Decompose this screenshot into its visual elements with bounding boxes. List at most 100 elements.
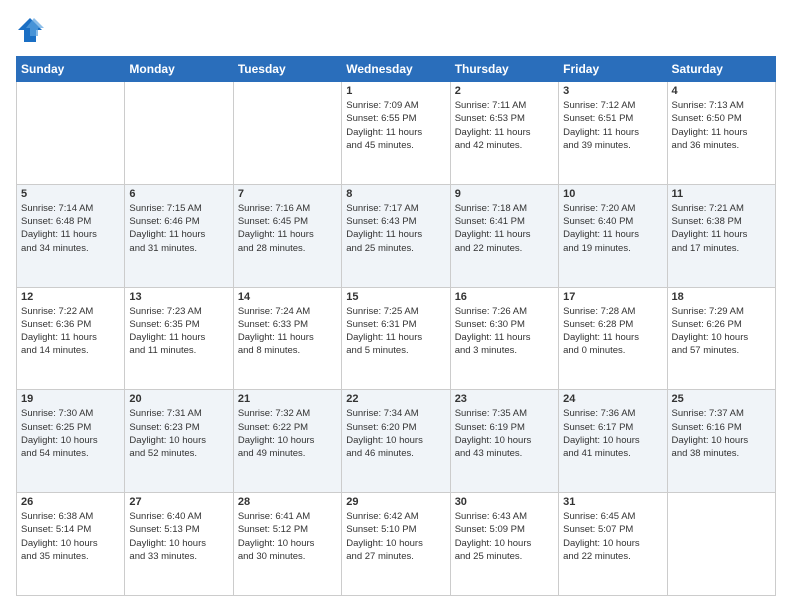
calendar-cell: 10 Sunrise: 7:20 AM Sunset: 6:40 PM Dayli… — [559, 184, 667, 287]
day-number: 30 — [455, 496, 554, 508]
day-number: 13 — [129, 291, 228, 303]
week-row-4: 19 Sunrise: 7:30 AM Sunset: 6:25 PM Dayli… — [17, 390, 776, 493]
day-number: 22 — [346, 393, 445, 405]
day-info: Sunrise: 7:22 AM Sunset: 6:36 PM Dayligh… — [21, 305, 120, 358]
calendar-cell: 2 Sunrise: 7:11 AM Sunset: 6:53 PM Daylig… — [450, 82, 558, 185]
day-number: 25 — [672, 393, 771, 405]
day-info: Sunrise: 7:35 AM Sunset: 6:19 PM Dayligh… — [455, 407, 554, 460]
day-info: Sunrise: 7:37 AM Sunset: 6:16 PM Dayligh… — [672, 407, 771, 460]
day-info: Sunrise: 7:31 AM Sunset: 6:23 PM Dayligh… — [129, 407, 228, 460]
day-info: Sunrise: 7:17 AM Sunset: 6:43 PM Dayligh… — [346, 202, 445, 255]
calendar-cell: 20 Sunrise: 7:31 AM Sunset: 6:23 PM Dayli… — [125, 390, 233, 493]
day-info: Sunrise: 6:42 AM Sunset: 5:10 PM Dayligh… — [346, 510, 445, 563]
day-number: 2 — [455, 85, 554, 97]
calendar-cell: 8Sunrise: 7:17 AM Sunset: 6:43 PM Daylig… — [342, 184, 450, 287]
day-number: 10 — [563, 188, 662, 200]
day-number: 4 — [672, 85, 771, 97]
day-number: 31 — [563, 496, 662, 508]
calendar-cell: 28 Sunrise: 6:41 AM Sunset: 5:12 PM Dayli… — [233, 493, 341, 596]
day-number: 17 — [563, 291, 662, 303]
page: SundayMondayTuesdayWednesdayThursdayFrid… — [0, 0, 792, 612]
calendar-cell — [125, 82, 233, 185]
day-info: Sunrise: 7:28 AM Sunset: 6:28 PM Dayligh… — [563, 305, 662, 358]
day-number: 16 — [455, 291, 554, 303]
calendar-cell: 15 Sunrise: 7:25 AM Sunset: 6:31 PM Dayli… — [342, 287, 450, 390]
day-info: Sunrise: 7:15 AM Sunset: 6:46 PM Dayligh… — [129, 202, 228, 255]
day-number: 23 — [455, 393, 554, 405]
logo-icon — [16, 16, 44, 44]
header — [16, 16, 776, 44]
day-number: 3 — [563, 85, 662, 97]
calendar-cell — [667, 493, 775, 596]
day-info: Sunrise: 7:14 AM Sunset: 6:48 PM Dayligh… — [21, 202, 120, 255]
calendar-table: SundayMondayTuesdayWednesdayThursdayFrid… — [16, 56, 776, 596]
calendar-cell: 24 Sunrise: 7:36 AM Sunset: 6:17 PM Dayli… — [559, 390, 667, 493]
day-number: 26 — [21, 496, 120, 508]
calendar-cell: 12 Sunrise: 7:22 AM Sunset: 6:36 PM Dayli… — [17, 287, 125, 390]
day-number: 5 — [21, 188, 120, 200]
day-info: Sunrise: 6:40 AM Sunset: 5:13 PM Dayligh… — [129, 510, 228, 563]
weekday-header-monday: Monday — [125, 57, 233, 82]
calendar-cell — [17, 82, 125, 185]
day-info: Sunrise: 7:29 AM Sunset: 6:26 PM Dayligh… — [672, 305, 771, 358]
day-info: Sunrise: 7:26 AM Sunset: 6:30 PM Dayligh… — [455, 305, 554, 358]
day-number: 27 — [129, 496, 228, 508]
day-info: Sunrise: 7:12 AM Sunset: 6:51 PM Dayligh… — [563, 99, 662, 152]
calendar-cell: 1Sunrise: 7:09 AM Sunset: 6:55 PM Daylig… — [342, 82, 450, 185]
day-info: Sunrise: 7:13 AM Sunset: 6:50 PM Dayligh… — [672, 99, 771, 152]
week-row-1: 1Sunrise: 7:09 AM Sunset: 6:55 PM Daylig… — [17, 82, 776, 185]
weekday-header-row: SundayMondayTuesdayWednesdayThursdayFrid… — [17, 57, 776, 82]
day-number: 7 — [238, 188, 337, 200]
day-info: Sunrise: 7:21 AM Sunset: 6:38 PM Dayligh… — [672, 202, 771, 255]
week-row-3: 12 Sunrise: 7:22 AM Sunset: 6:36 PM Dayli… — [17, 287, 776, 390]
calendar-cell: 4 Sunrise: 7:13 AM Sunset: 6:50 PM Daylig… — [667, 82, 775, 185]
calendar-cell: 5 Sunrise: 7:14 AM Sunset: 6:48 PM Daylig… — [17, 184, 125, 287]
day-number: 21 — [238, 393, 337, 405]
day-info: Sunrise: 7:23 AM Sunset: 6:35 PM Dayligh… — [129, 305, 228, 358]
day-number: 14 — [238, 291, 337, 303]
weekday-header-thursday: Thursday — [450, 57, 558, 82]
day-number: 11 — [672, 188, 771, 200]
calendar-cell: 31 Sunrise: 6:45 AM Sunset: 5:07 PM Dayli… — [559, 493, 667, 596]
day-number: 18 — [672, 291, 771, 303]
calendar-cell: 21 Sunrise: 7:32 AM Sunset: 6:22 PM Dayli… — [233, 390, 341, 493]
weekday-header-tuesday: Tuesday — [233, 57, 341, 82]
day-number: 12 — [21, 291, 120, 303]
calendar-cell: 23 Sunrise: 7:35 AM Sunset: 6:19 PM Dayli… — [450, 390, 558, 493]
weekday-header-wednesday: Wednesday — [342, 57, 450, 82]
day-number: 20 — [129, 393, 228, 405]
day-info: Sunrise: 7:20 AM Sunset: 6:40 PM Dayligh… — [563, 202, 662, 255]
calendar-cell: 25 Sunrise: 7:37 AM Sunset: 6:16 PM Dayli… — [667, 390, 775, 493]
day-info: Sunrise: 7:18 AM Sunset: 6:41 PM Dayligh… — [455, 202, 554, 255]
logo — [16, 16, 46, 44]
calendar-cell: 13 Sunrise: 7:23 AM Sunset: 6:35 PM Dayli… — [125, 287, 233, 390]
day-info: Sunrise: 6:43 AM Sunset: 5:09 PM Dayligh… — [455, 510, 554, 563]
day-info: Sunrise: 7:32 AM Sunset: 6:22 PM Dayligh… — [238, 407, 337, 460]
week-row-5: 26 Sunrise: 6:38 AM Sunset: 5:14 PM Dayli… — [17, 493, 776, 596]
calendar-cell: 9Sunrise: 7:18 AM Sunset: 6:41 PM Daylig… — [450, 184, 558, 287]
calendar-cell: 29 Sunrise: 6:42 AM Sunset: 5:10 PM Dayli… — [342, 493, 450, 596]
calendar-cell: 11 Sunrise: 7:21 AM Sunset: 6:38 PM Dayli… — [667, 184, 775, 287]
day-number: 24 — [563, 393, 662, 405]
calendar-cell: 22 Sunrise: 7:34 AM Sunset: 6:20 PM Dayli… — [342, 390, 450, 493]
day-number: 19 — [21, 393, 120, 405]
day-info: Sunrise: 6:45 AM Sunset: 5:07 PM Dayligh… — [563, 510, 662, 563]
calendar-cell: 16 Sunrise: 7:26 AM Sunset: 6:30 PM Dayli… — [450, 287, 558, 390]
day-info: Sunrise: 7:36 AM Sunset: 6:17 PM Dayligh… — [563, 407, 662, 460]
calendar-cell: 30 Sunrise: 6:43 AM Sunset: 5:09 PM Dayli… — [450, 493, 558, 596]
calendar-cell: 18 Sunrise: 7:29 AM Sunset: 6:26 PM Dayli… — [667, 287, 775, 390]
calendar-cell: 3 Sunrise: 7:12 AM Sunset: 6:51 PM Daylig… — [559, 82, 667, 185]
day-info: Sunrise: 7:34 AM Sunset: 6:20 PM Dayligh… — [346, 407, 445, 460]
weekday-header-saturday: Saturday — [667, 57, 775, 82]
day-number: 15 — [346, 291, 445, 303]
day-info: Sunrise: 7:30 AM Sunset: 6:25 PM Dayligh… — [21, 407, 120, 460]
day-info: Sunrise: 7:09 AM Sunset: 6:55 PM Dayligh… — [346, 99, 445, 152]
day-info: Sunrise: 6:38 AM Sunset: 5:14 PM Dayligh… — [21, 510, 120, 563]
calendar-cell — [233, 82, 341, 185]
day-number: 28 — [238, 496, 337, 508]
day-info: Sunrise: 7:25 AM Sunset: 6:31 PM Dayligh… — [346, 305, 445, 358]
week-row-2: 5 Sunrise: 7:14 AM Sunset: 6:48 PM Daylig… — [17, 184, 776, 287]
day-number: 29 — [346, 496, 445, 508]
day-info: Sunrise: 6:41 AM Sunset: 5:12 PM Dayligh… — [238, 510, 337, 563]
day-info: Sunrise: 7:11 AM Sunset: 6:53 PM Dayligh… — [455, 99, 554, 152]
